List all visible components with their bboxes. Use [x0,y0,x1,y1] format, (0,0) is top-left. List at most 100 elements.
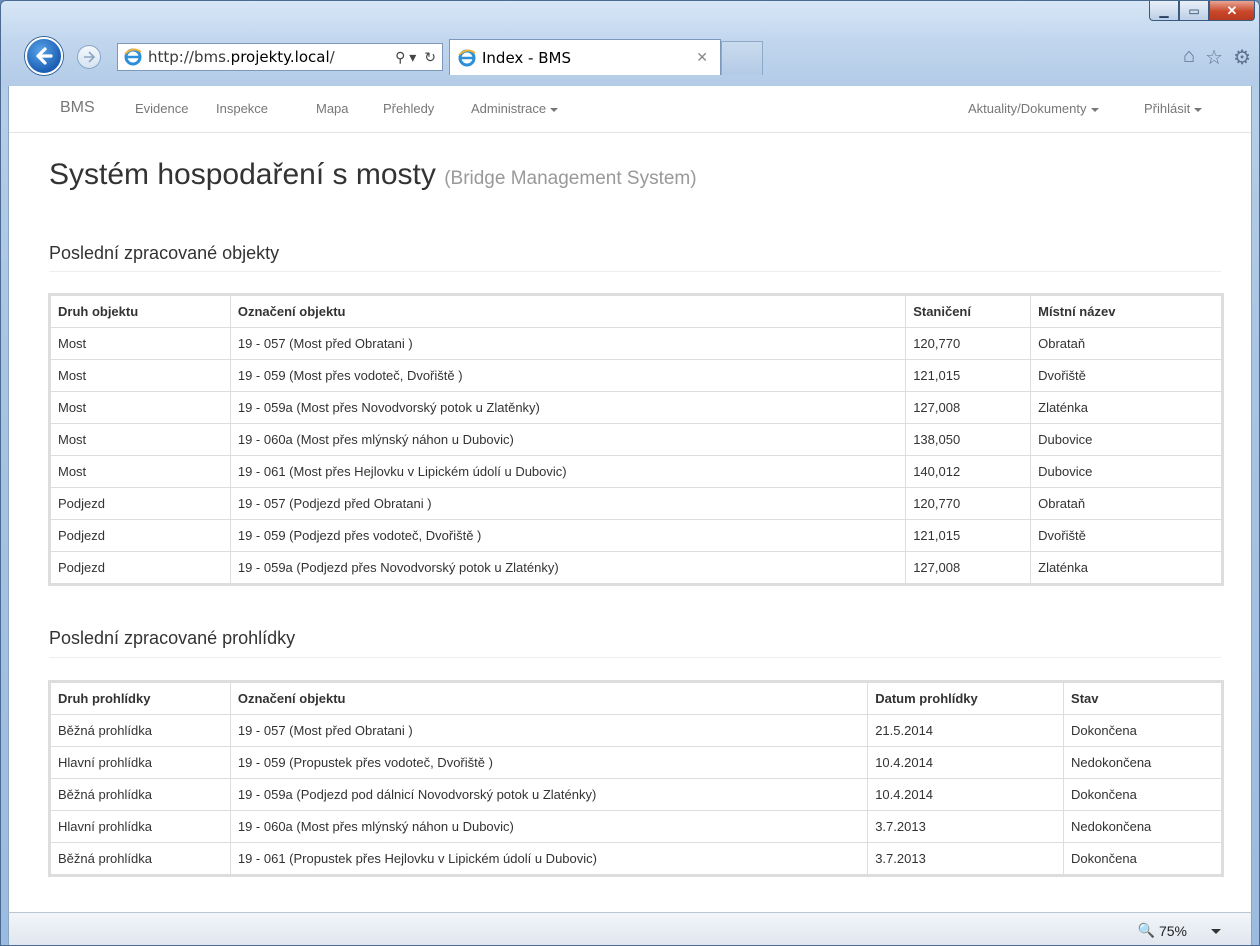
inspections-table: Druh prohlídky Označení objektu Datum proh… [50,682,1222,875]
table-cell: Dokončena [1063,778,1222,811]
zoom-dropdown-icon[interactable] [1211,929,1221,934]
forward-arrow-icon [84,51,96,63]
table-cell: Dvořiště [1030,519,1222,552]
table-cell: 120,770 [905,327,1032,360]
table-cell: Most [50,391,231,424]
back-arrow-icon [36,47,53,65]
maximize-button[interactable]: ▭ [1179,1,1209,21]
minimize-button[interactable]: ▁ [1149,1,1179,21]
browser-tab[interactable]: Index - BMS ✕ [449,39,721,75]
table-cell: 121,015 [905,359,1032,392]
table-cell: 138,050 [905,423,1032,456]
favorites-star-icon[interactable]: ☆ [1205,45,1223,70]
table-cell: 19 - 060a (Most přes mlýnský náhon u Dub… [229,810,869,843]
table-row[interactable]: Podjezd 19 - 059 (Podjezd přes vodoteč, D… [50,519,1222,552]
table-cell: Dvořiště [1030,359,1222,392]
chevron-down-icon [1194,107,1203,112]
table-cell: Most [50,423,231,456]
navigation-row: http://bms.projekty.local/ ⚲ ▾ ↻ Index -… [1,35,1259,77]
table-row[interactable]: Most 19 - 057 (Most před Obratani ) 120,77… [50,327,1222,360]
table-cell: Hlavní prohlídka [50,810,231,843]
table-cell: 3.7.2013 [867,842,1065,875]
ie-logo-icon [458,49,476,66]
table-cell: Běžná prohlídka [50,714,231,747]
table-cell: Nedokončena [1063,746,1222,779]
column-header: Označení objektu [229,295,907,328]
url-text: http://bms.projekty.local/ [148,48,335,66]
table-row[interactable]: Běžná prohlídka 19 - 061 (Propustek přes … [50,842,1222,875]
nav-item-aktuality[interactable]: Aktuality/Dokumenty [968,101,1099,116]
refresh-icon[interactable]: ↻ [424,49,436,66]
home-icon[interactable]: ⌂ [1183,45,1195,70]
page-title: Systém hospodaření s mosty (Bridge Manag… [49,158,697,191]
table-cell: 127,008 [905,391,1032,424]
nav-item-prehledy[interactable]: Přehledy [383,101,434,116]
zoom-icon: 🔍 [1137,922,1155,938]
ie-logo-icon [124,48,142,66]
chevron-down-icon [1090,107,1099,112]
browser-toolbar-icons: ⌂ ☆ ⚙ [1183,45,1251,70]
table-cell: Běžná prohlídka [50,842,231,875]
close-button[interactable]: ✕ [1209,1,1255,21]
forward-button[interactable] [77,45,101,69]
tab-title: Index - BMS [482,48,571,67]
nav-item-administrace[interactable]: Administrace [471,101,559,116]
search-icon[interactable]: ⚲ ▾ [395,49,416,66]
address-tools: ⚲ ▾ ↻ [395,49,436,66]
table-cell: Most [50,455,231,488]
table-row[interactable]: Podjezd 19 - 059a (Podjezd přes Novodvors… [50,551,1222,584]
back-button[interactable] [25,37,63,75]
table-cell: Podjezd [50,551,231,584]
table-cell: Podjezd [50,519,231,552]
table-row[interactable]: Podjezd 19 - 057 (Podjezd před Obratani )… [50,487,1222,520]
table-cell: 19 - 059 (Most přes vodoteč, Dvořiště ) [229,359,907,392]
nav-item-inspekce[interactable]: Inspekce [216,101,268,116]
address-bar[interactable]: http://bms.projekty.local/ ⚲ ▾ ↻ [117,43,443,71]
column-header: Staničení [905,295,1032,328]
table-row[interactable]: Běžná prohlídka 19 - 057 (Most před Obrat… [50,714,1222,747]
table-row[interactable]: Most 19 - 060a (Most přes mlýnský náhon u… [50,423,1222,456]
nav-item-evidence[interactable]: Evidence [135,101,188,116]
table-cell: Nedokončena [1063,810,1222,843]
navbar-brand[interactable]: BMS [60,99,95,117]
page-content: BMS Evidence Inspekce Mapa Přehledy Admi… [8,86,1252,942]
table-row[interactable]: Most 19 - 061 (Most přes Hejlovku v Lipic… [50,455,1222,488]
divider [49,271,1221,272]
zoom-control[interactable]: 🔍 75% [1138,922,1187,939]
table-cell: 127,008 [905,551,1032,584]
table-cell: 3.7.2013 [867,810,1065,843]
table-cell: Hlavní prohlídka [50,746,231,779]
table-cell: 140,012 [905,455,1032,488]
table-cell: Dokončena [1063,714,1222,747]
table-cell: 19 - 059 (Propustek přes vodoteč, Dvořiš… [229,746,869,779]
table-cell: 19 - 060a (Most přes mlýnský náhon u Dub… [229,423,907,456]
table-cell: Dubovice [1030,423,1222,456]
table-cell: Dokončena [1063,842,1222,875]
table-cell: Zlaténka [1030,551,1222,584]
table-cell: Obrataň [1030,327,1222,360]
browser-window: ▁ ▭ ✕ http://bms.projekty.local/ ⚲ ▾ ↻ I… [0,0,1260,946]
table-cell: 19 - 059a (Most přes Novodvorský potok u… [229,391,907,424]
table-cell: 10.4.2014 [867,778,1065,811]
column-header: Místní název [1030,295,1222,328]
page-subtitle: (Bridge Management System) [444,168,697,189]
table-cell: Zlaténka [1030,391,1222,424]
table-cell: 19 - 059a (Podjezd přes Novodvorský poto… [229,551,907,584]
table-cell: 121,015 [905,519,1032,552]
table-row[interactable]: Most 19 - 059a (Most přes Novodvorský pot… [50,391,1222,424]
table-cell: 19 - 061 (Most přes Hejlovku v Lipickém … [229,455,907,488]
objects-table: Druh objektu Označení objektu Staničení Mís… [50,295,1222,584]
gear-icon[interactable]: ⚙ [1233,45,1251,70]
nav-item-mapa[interactable]: Mapa [316,101,349,116]
table-row[interactable]: Hlavní prohlídka 19 - 059 (Propustek přes… [50,746,1222,779]
table-cell: 19 - 059a (Podjezd pod dálnicí Novodvors… [229,778,869,811]
table-cell: Obrataň [1030,487,1222,520]
table-row[interactable]: Hlavní prohlídka 19 - 060a (Most přes mlý… [50,810,1222,843]
table-cell: 19 - 057 (Podjezd před Obratani ) [229,487,907,520]
nav-item-prihlasit[interactable]: Přihlásit [1144,101,1203,116]
table-row[interactable]: Běžná prohlídka 19 - 059a (Podjezd pod dá… [50,778,1222,811]
table-row[interactable]: Most 19 - 059 (Most přes vodoteč, Dvořišt… [50,359,1222,392]
divider [49,657,1221,658]
new-tab-button[interactable] [721,41,763,75]
tab-close-icon[interactable]: ✕ [696,49,708,66]
